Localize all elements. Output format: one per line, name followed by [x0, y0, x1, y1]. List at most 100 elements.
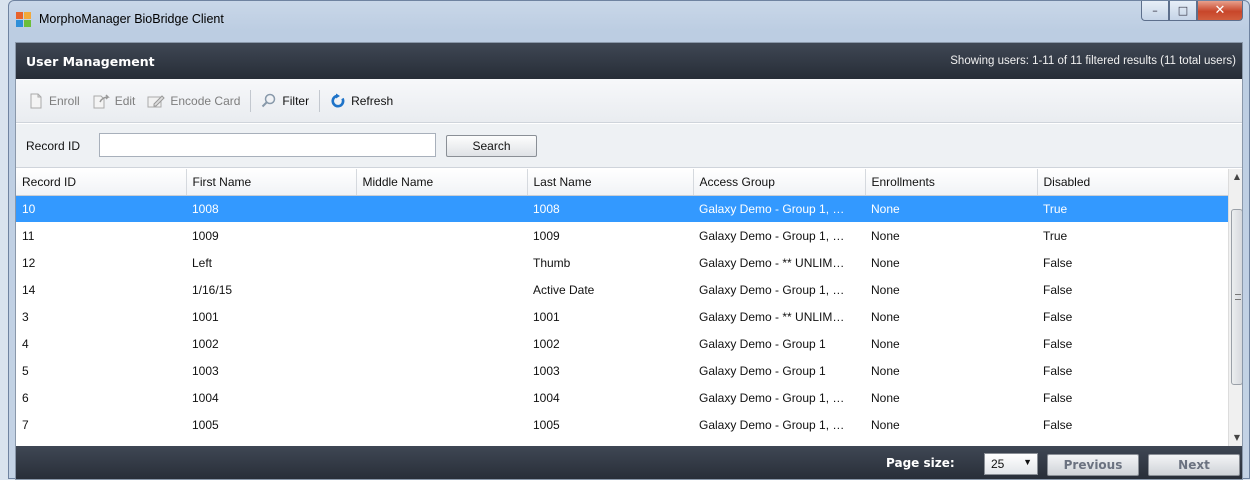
cell-enrollments: None — [871, 282, 900, 297]
column-header-last-name[interactable]: Last Name — [527, 169, 694, 196]
cell-record-id: 10 — [16, 195, 186, 222]
users-table: Record ID First Name Middle Name Last Na… — [16, 169, 1228, 446]
encode-card-button[interactable]: Encode Card — [147, 93, 240, 109]
cell-last-name: Thumb — [533, 255, 571, 270]
title-bar[interactable]: MorphoManager BioBridge Client – □ ✕ — [9, 1, 1249, 41]
column-header-middle-name[interactable]: Middle Name — [356, 169, 528, 196]
minimize-button[interactable]: – — [1141, 1, 1169, 21]
cell-last-name: 1008 — [527, 195, 693, 222]
cell-access-group: Galaxy Demo - Group 1, … — [699, 282, 845, 297]
cell-disabled: True — [1043, 228, 1068, 243]
table-row[interactable]: 6 1004 1004 Galaxy Demo - Group 1, … Non… — [16, 384, 1228, 411]
app-window: MorphoManager BioBridge Client – □ ✕ Use… — [8, 0, 1250, 480]
edit-label: Edit — [114, 93, 136, 108]
cell-disabled: False — [1043, 336, 1073, 351]
column-header-first-name[interactable]: First Name — [186, 169, 357, 196]
vertical-scrollbar[interactable]: ▲ ▼ — [1228, 169, 1242, 446]
cell-first-name: 1008 — [186, 195, 356, 222]
column-header-record-id[interactable]: Record ID — [16, 169, 187, 196]
search-bar: Record ID Search — [16, 124, 1242, 168]
table-row[interactable]: 4 1002 1002 Galaxy Demo - Group 1 None F… — [16, 330, 1228, 357]
search-button[interactable]: Search — [446, 135, 537, 157]
refresh-label: Refresh — [351, 93, 394, 108]
cell-last-name: 1004 — [533, 390, 560, 405]
table-row[interactable]: 7 1005 1005 Galaxy Demo - Group 1, … Non… — [16, 411, 1228, 438]
refresh-button[interactable]: Refresh — [330, 93, 393, 109]
cell-access-group: Galaxy Demo - Group 1, … — [699, 390, 845, 405]
column-header-disabled[interactable]: Disabled — [1037, 169, 1228, 196]
cell-middle-name — [356, 303, 527, 330]
cell-first-name: 1009 — [192, 228, 219, 243]
table-row[interactable]: 11 1009 1009 Galaxy Demo - Group 1, … No… — [16, 222, 1228, 249]
close-button[interactable]: ✕ — [1197, 1, 1243, 21]
cell-access-group: Galaxy Demo - Group 1, … — [699, 228, 845, 243]
cell-enrollments: None — [871, 309, 900, 324]
cell-enrollments: None — [871, 255, 900, 270]
cell-access-group: Galaxy Demo - Group 1, … — [693, 195, 865, 222]
cell-record-id: 4 — [22, 336, 29, 351]
cell-middle-name — [356, 222, 527, 249]
scroll-up-icon[interactable]: ▲ — [1229, 169, 1242, 185]
page-title: User Management — [26, 54, 155, 69]
scroll-thumb[interactable] — [1231, 209, 1242, 385]
next-button[interactable]: Next — [1148, 454, 1240, 476]
pagination-bar: Page size: 25 ▼ Previous Next — [16, 446, 1242, 479]
cell-enrollments: None — [871, 336, 900, 351]
scroll-down-icon[interactable]: ▼ — [1229, 430, 1242, 446]
cell-last-name: 1001 — [533, 309, 560, 324]
cell-enrollments: None — [871, 417, 900, 432]
cell-disabled: False — [1043, 390, 1073, 405]
cell-enrollments: None — [871, 228, 900, 243]
page-size-select[interactable]: 25 ▼ — [984, 453, 1038, 475]
cell-enrollments: None — [865, 195, 1037, 222]
table-row[interactable]: 14 1/16/15 Active Date Galaxy Demo - Gro… — [16, 276, 1228, 303]
page-size-label: Page size: — [886, 456, 955, 470]
cell-access-group: Galaxy Demo - Group 1 — [699, 336, 826, 351]
cell-access-group: Galaxy Demo - ** UNLIM… — [699, 255, 845, 270]
cell-middle-name — [356, 276, 527, 303]
cell-record-id: 11 — [22, 228, 35, 243]
scroll-grip-icon — [1235, 294, 1241, 300]
cell-middle-name — [356, 195, 527, 222]
previous-button[interactable]: Previous — [1047, 454, 1139, 476]
enroll-label: Enroll — [49, 93, 80, 108]
page-size-value: 25 — [991, 457, 1005, 471]
enroll-button[interactable]: Enroll — [28, 93, 80, 109]
cell-access-group: Galaxy Demo - ** UNLIM… — [699, 309, 845, 324]
cell-record-id: 7 — [22, 417, 29, 432]
cell-last-name: 1002 — [533, 336, 560, 351]
document-icon — [30, 93, 42, 108]
column-header-enrollments[interactable]: Enrollments — [865, 169, 1038, 196]
table-row[interactable]: 3 1001 1001 Galaxy Demo - ** UNLIM… None… — [16, 303, 1228, 330]
maximize-button[interactable]: □ — [1169, 1, 1197, 21]
cell-disabled: False — [1043, 309, 1073, 324]
cell-last-name: Active Date — [533, 282, 595, 297]
table-header-row: Record ID First Name Middle Name Last Na… — [16, 169, 1228, 196]
cell-disabled: False — [1043, 417, 1073, 432]
edit-arrow-icon — [93, 93, 110, 108]
cell-last-name: 1003 — [533, 363, 560, 378]
filter-button[interactable]: Filter — [261, 93, 309, 109]
cell-first-name: 1/16/15 — [192, 282, 233, 297]
cell-enrollments: None — [871, 363, 900, 378]
cell-disabled: False — [1043, 363, 1073, 378]
window-title: MorphoManager BioBridge Client — [39, 12, 224, 26]
cell-disabled: True — [1037, 195, 1228, 222]
cell-record-id: 5 — [22, 363, 29, 378]
record-id-input[interactable] — [99, 133, 436, 157]
table-row-selected[interactable]: 10 1008 1008 Galaxy Demo - Group 1, … No… — [16, 195, 1228, 222]
toolbar-separator — [319, 89, 321, 112]
cell-middle-name — [356, 249, 527, 276]
window-controls: – □ ✕ — [1141, 1, 1243, 21]
cell-enrollments: None — [871, 390, 900, 405]
table-row[interactable]: 12 Left Thumb Galaxy Demo - ** UNLIM… No… — [16, 249, 1228, 276]
table-row[interactable]: 5 1003 1003 Galaxy Demo - Group 1 None F… — [16, 357, 1228, 384]
cell-middle-name — [356, 357, 527, 384]
cell-first-name: 1001 — [192, 309, 219, 324]
cell-first-name: Left — [192, 255, 213, 270]
edit-button[interactable]: Edit — [92, 93, 136, 109]
cell-first-name: 1002 — [192, 336, 219, 351]
section-header: User Management Showing users: 1-11 of 1… — [16, 43, 1242, 79]
column-header-access-group[interactable]: Access Group — [693, 169, 866, 196]
toolbar-separator — [250, 89, 252, 112]
